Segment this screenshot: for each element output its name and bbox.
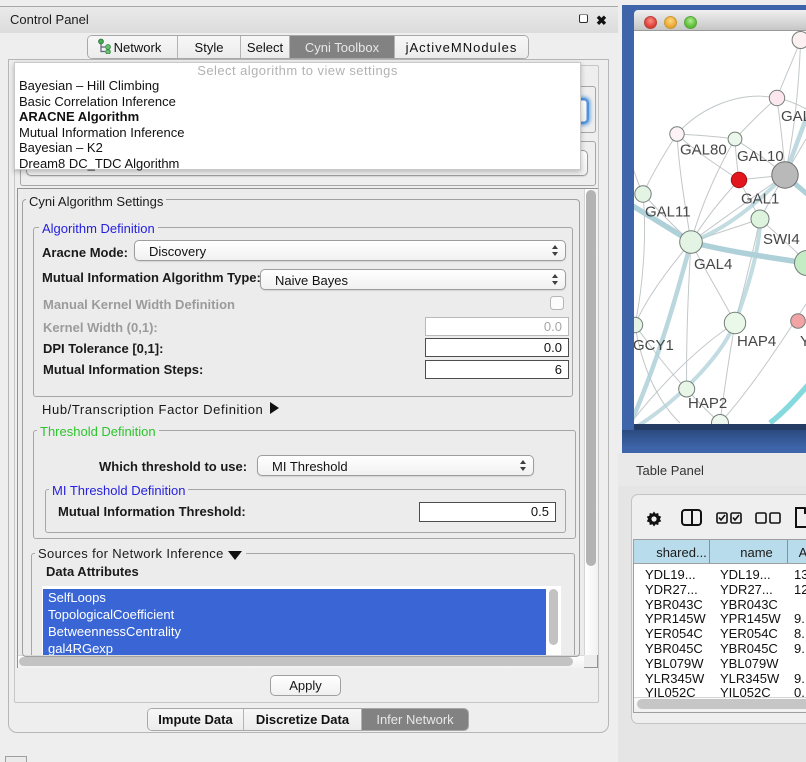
svg-text:SWI4: SWI4 (763, 231, 800, 248)
svg-text:GCY1: GCY1 (634, 337, 674, 354)
svg-text:GAL10: GAL10 (737, 148, 784, 165)
svg-text:HAP4: HAP4 (737, 333, 776, 350)
svg-text:GAL4: GAL4 (694, 256, 732, 273)
svg-text:GAL80: GAL80 (680, 142, 727, 159)
svg-text:HAP2: HAP2 (688, 395, 727, 412)
svg-text:GAL: GAL (781, 108, 806, 125)
svg-text:GAL11: GAL11 (645, 204, 691, 221)
svg-text:GAL1: GAL1 (741, 191, 779, 208)
svg-text:Y: Y (800, 333, 806, 350)
